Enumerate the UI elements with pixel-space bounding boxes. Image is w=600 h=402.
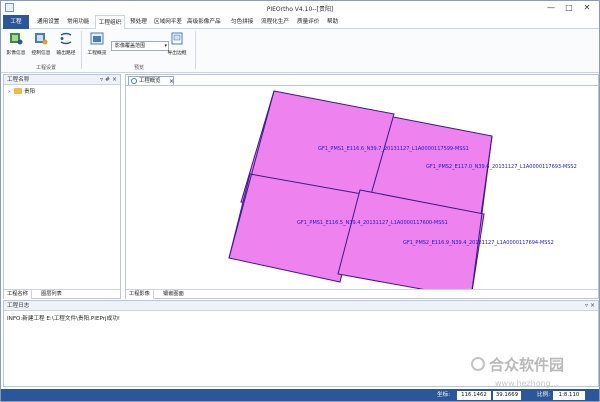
menu-general-settings[interactable]: 通用设置: [37, 15, 59, 29]
menu-workflow[interactable]: 流程化生产: [261, 15, 289, 29]
image-info-icon: [10, 33, 23, 45]
scale-value: 1:8.110: [553, 391, 585, 400]
control-info-icon: [35, 33, 48, 45]
label-footprint-1: GF1_PMS1_E116.6_N39.7_20131127_L1A000011…: [318, 146, 469, 152]
output-path-button[interactable]: 输出路径: [56, 32, 76, 56]
footprint-map[interactable]: GF1_PMS1_E116.6_N39.7_20131127_L1A000011…: [126, 86, 598, 299]
overview-icon: [131, 78, 137, 84]
export-border-button[interactable]: 导出边框: [167, 32, 187, 56]
label-footprint-4: GF1_PMS2_E116.9_N39.4_20131127_L1A000011…: [403, 240, 554, 246]
coord-x: 116.1462: [457, 391, 491, 400]
output-path-icon: [60, 32, 72, 45]
minimize-button[interactable]: —: [543, 2, 559, 13]
log-message: INFO:新建工程 E:\工程文件\贵阳.PIEPrj成功!: [7, 316, 121, 322]
tab-layer-list[interactable]: 图层列表: [38, 290, 65, 299]
tab-project-images[interactable]: 工程影像: [126, 290, 154, 299]
project-log-header: 工程日志 ▿ ×: [4, 301, 598, 311]
watermark-logo-icon: [471, 357, 485, 371]
folder-icon: [14, 88, 23, 94]
label-footprint-2: GF1_PMS2_E117.0_N39.6_20131127_L1A000011…: [426, 164, 577, 170]
ribbon-separator: [195, 31, 196, 69]
app-window: PIEOrtho V4.10--[贵阳] — □ ✕ 工程 通用设置 常用功能 …: [0, 0, 600, 402]
menu-project-organization[interactable]: 工程组织: [95, 15, 125, 29]
project-overview-icon: [90, 32, 104, 45]
menu-quality[interactable]: 质量评价: [297, 15, 319, 29]
window-title: PIEOrtho V4.10--[贵阳]: [266, 6, 334, 13]
coord-y: 39.1669: [493, 391, 521, 400]
label-footprint-3: GF1_PMS1_E116.5_N39.4_20131127_L1A000011…: [297, 220, 448, 226]
group-label-preview: 预览: [134, 65, 145, 71]
map-pane-tabs: 工程影像 镶嵌图面: [126, 289, 598, 299]
pane-pin-icon[interactable]: ▿ # ×: [100, 75, 117, 85]
coord-label: 坐标:: [437, 392, 451, 398]
menu-block-adjustment[interactable]: 区域网平差: [154, 15, 182, 29]
watermark-text: 合众软件园: [489, 356, 565, 374]
tab-mosaic-map[interactable]: 镶嵌图面: [160, 290, 187, 299]
expand-icon[interactable]: ›: [8, 89, 10, 95]
coverage-combo[interactable]: 影像覆盖范围 ▾: [111, 41, 169, 51]
scale-label: 比例:: [537, 392, 551, 398]
menu-common-functions[interactable]: 常用功能: [67, 15, 89, 29]
menu-color-mosaic[interactable]: 匀色拼接: [231, 15, 253, 29]
menu-help[interactable]: 帮助: [327, 15, 338, 29]
left-pane-tabs: 工程名称 图层列表: [4, 289, 120, 299]
project-tree-pane: 工程名称 ▿ # × › 贵阳 工程名称 图层列表: [3, 74, 121, 299]
title-bar: PIEOrtho V4.10--[贵阳] — □ ✕: [1, 1, 599, 15]
close-button[interactable]: ✕: [579, 2, 595, 13]
group-label-project-settings: 工程设置: [36, 65, 57, 71]
menu-project[interactable]: 工程: [3, 15, 29, 29]
menu-advanced-products[interactable]: 高级影像产品: [187, 15, 221, 29]
tab-project-name[interactable]: 工程名称: [4, 290, 32, 299]
project-overview-button[interactable]: 工程概览: [87, 32, 107, 56]
watermark-url: www.hezhong...: [495, 379, 559, 388]
ribbon: 影像信息 控制信息 输出路径 工程概览 影像覆盖范围 ▾ 导出边框 工程设置 预…: [1, 29, 599, 73]
project-overview-pane: 工程概览 × GF1_PMS1_E116.6_N39.7_20131127_L1…: [125, 74, 599, 299]
maximize-button[interactable]: □: [561, 2, 577, 13]
control-info-button[interactable]: 控制信息: [31, 32, 51, 56]
menu-bar: 工程 通用设置 常用功能 工程组织 预处理 区域网平差 高级影像产品 匀色拼接 …: [1, 15, 599, 29]
menu-preprocessing[interactable]: 预处理: [130, 15, 147, 29]
map-canvas[interactable]: GF1_PMS1_E116.6_N39.7_20131127_L1A000011…: [126, 85, 598, 299]
tree-item-project[interactable]: › 贵阳: [8, 88, 35, 96]
status-bar: 坐标: 116.1462 39.1669 比例: 1:8.110: [1, 389, 599, 401]
tab-project-overview[interactable]: 工程概览 ×: [128, 76, 174, 85]
image-info-button[interactable]: 影像信息: [6, 32, 26, 56]
pane-pin-icon[interactable]: ▿ ×: [585, 301, 595, 311]
ribbon-separator: [81, 31, 82, 69]
export-border-icon: [171, 32, 183, 45]
project-tree-header: 工程名称 ▿ # ×: [4, 75, 120, 85]
